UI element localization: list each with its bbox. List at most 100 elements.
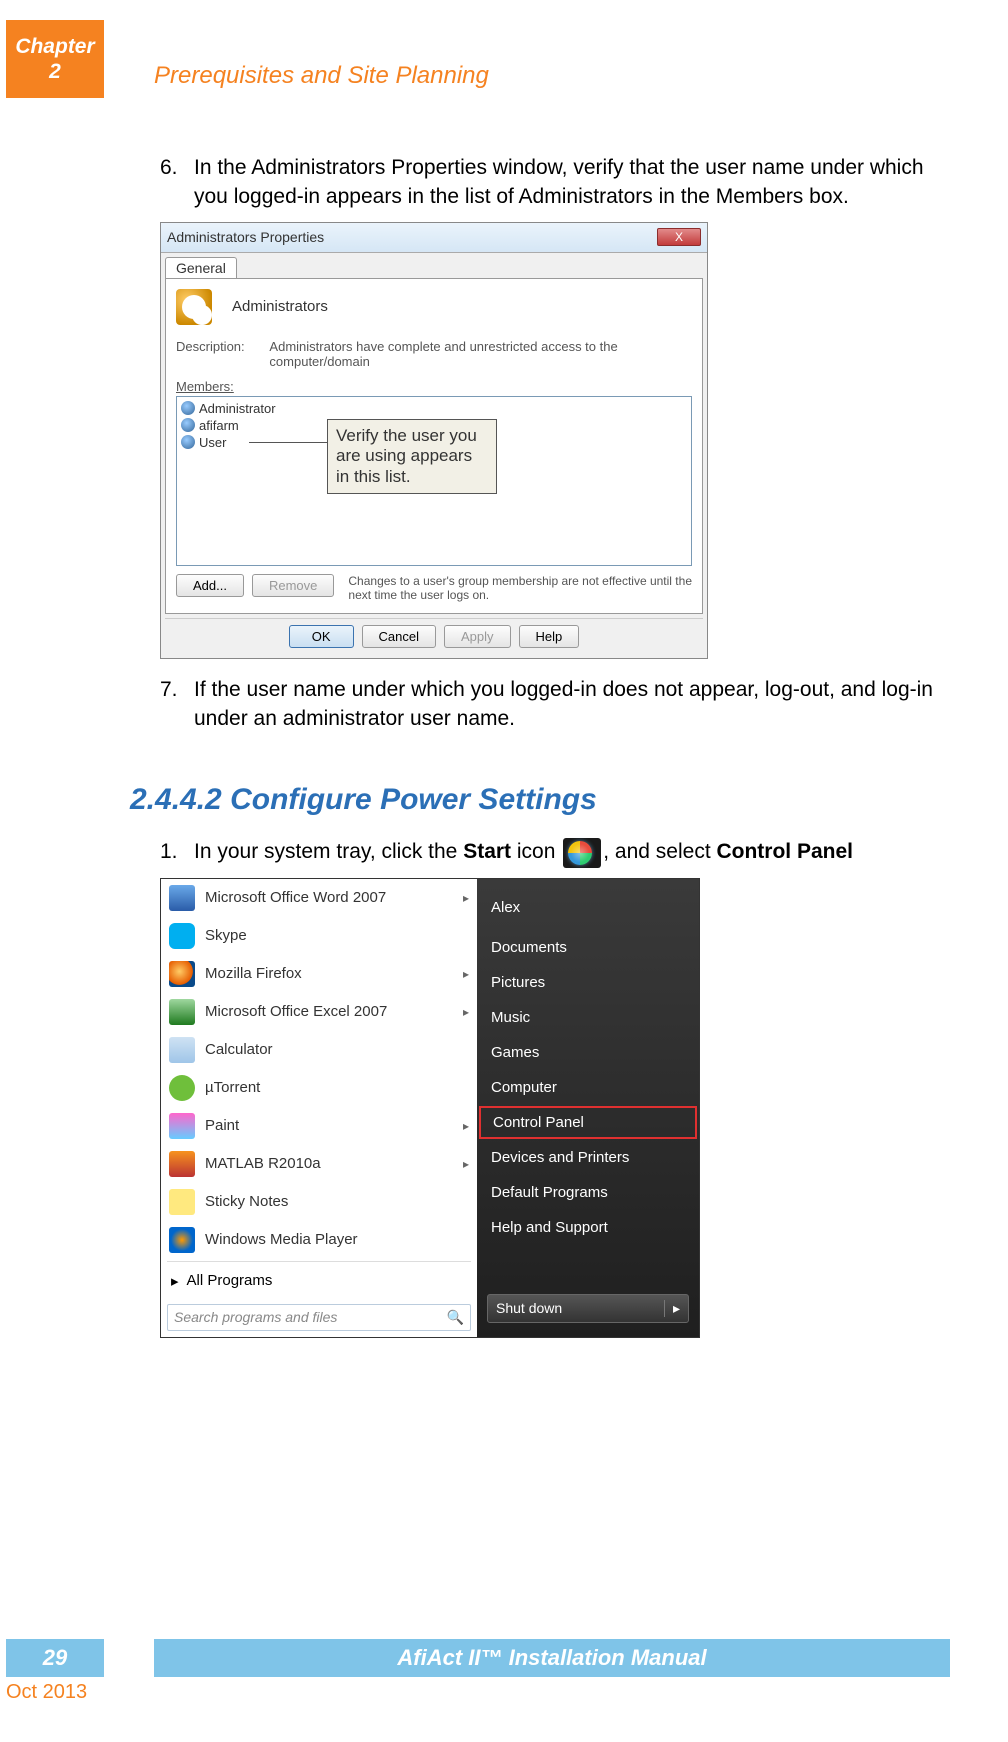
help-button[interactable]: Help xyxy=(519,625,580,648)
tab-general[interactable]: General xyxy=(165,257,237,278)
chevron-right-icon: ▸ xyxy=(463,1157,469,1171)
description-text: Administrators have complete and unrestr… xyxy=(269,339,692,369)
start-menu-item[interactable]: Skype xyxy=(161,917,477,955)
chevron-right-icon: ▸ xyxy=(463,967,469,981)
start-menu-item[interactable]: Calculator xyxy=(161,1031,477,1069)
dialog-footer: OK Cancel Apply Help xyxy=(165,618,703,654)
ok-button[interactable]: OK xyxy=(289,625,354,648)
start-menu-right-item[interactable]: Games xyxy=(477,1035,699,1070)
chapter-label: Chapter xyxy=(6,34,104,59)
apply-button[interactable]: Apply xyxy=(444,625,511,648)
section-heading: 2.4.4.2 Configure Power Settings xyxy=(130,783,948,817)
search-input[interactable]: Search programs and files 🔍 xyxy=(167,1304,471,1331)
app-icon xyxy=(169,1227,195,1253)
start-menu-right-item[interactable]: Documents xyxy=(477,930,699,965)
page-header: Chapter 2 Prerequisites and Site Plannin… xyxy=(0,20,1008,98)
start-menu-item[interactable]: Paint ▸ xyxy=(161,1107,477,1145)
app-icon xyxy=(169,1189,195,1215)
chevron-right-icon: ▸ xyxy=(463,891,469,905)
start-menu-item[interactable]: Microsoft Office Excel 2007▸ xyxy=(161,993,477,1031)
search-placeholder: Search programs and files xyxy=(174,1309,337,1325)
page-number: 29 xyxy=(6,1639,104,1677)
start-menu-right-item[interactable]: Pictures xyxy=(477,965,699,1000)
start-menu-item[interactable]: Windows Media Player xyxy=(161,1221,477,1259)
step-text: If the user name under which you logged-… xyxy=(194,675,948,734)
group-row: Administrators xyxy=(176,289,692,325)
step-text: In your system tray, click the Start ico… xyxy=(194,837,948,867)
start-menu-right-item[interactable]: Computer xyxy=(477,1070,699,1105)
cancel-button[interactable]: Cancel xyxy=(362,625,436,648)
user-icon xyxy=(181,435,195,449)
section-title: Prerequisites and Site Planning xyxy=(154,62,489,90)
step-text: In the Administrators Properties window,… xyxy=(194,153,948,212)
start-menu-item[interactable]: Sticky Notes xyxy=(161,1183,477,1221)
step-number: 1. xyxy=(160,837,194,867)
window-title: Administrators Properties xyxy=(167,229,324,245)
callout-annotation: Verify the user you are using appears in… xyxy=(327,419,497,494)
membership-hint: Changes to a user's group membership are… xyxy=(348,574,692,603)
start-menu-item-label: MATLAB R2010a xyxy=(205,1155,321,1172)
start-menu-right-item[interactable]: Help and Support xyxy=(477,1210,699,1245)
footer-bar: 29 AfiAct II™ Installation Manual xyxy=(6,1639,950,1677)
description-label: Description: xyxy=(176,339,269,369)
separator xyxy=(167,1261,471,1262)
footer-date: Oct 2013 xyxy=(6,1681,1008,1704)
start-menu-item-label: µTorrent xyxy=(205,1079,260,1096)
user-icon xyxy=(181,418,195,432)
members-label: Members: xyxy=(176,379,692,394)
user-icon xyxy=(181,401,195,415)
description-row: Description: Administrators have complet… xyxy=(176,339,692,369)
close-button[interactable]: X xyxy=(657,228,701,246)
start-menu-item-label: Mozilla Firefox xyxy=(205,965,302,982)
start-menu-right-item[interactable]: Default Programs xyxy=(477,1175,699,1210)
chapter-number: 2 xyxy=(6,59,104,84)
add-button[interactable]: Add... xyxy=(176,574,244,597)
start-menu-right-item[interactable]: Alex xyxy=(477,885,699,930)
footer-title: AfiAct II™ Installation Manual xyxy=(154,1639,950,1677)
step-1: 1. In your system tray, click the Start … xyxy=(160,837,948,867)
member-button-row: Add... Remove Changes to a user's group … xyxy=(176,574,692,603)
member-item[interactable]: Administrator xyxy=(181,401,687,416)
start-menu-item-label: Windows Media Player xyxy=(205,1231,358,1248)
start-menu-item-label: Paint xyxy=(205,1117,239,1134)
start-menu-item[interactable]: Microsoft Office Word 2007 ▸ xyxy=(161,879,477,917)
page-content: 6. In the Administrators Properties wind… xyxy=(130,153,948,1338)
group-icon xyxy=(176,289,212,325)
remove-button[interactable]: Remove xyxy=(252,574,334,597)
page-footer: 29 AfiAct II™ Installation Manual Oct 20… xyxy=(0,1639,1008,1704)
start-menu-right-item[interactable]: Music xyxy=(477,1000,699,1035)
app-icon xyxy=(169,1037,195,1063)
app-icon xyxy=(169,999,195,1025)
members-listbox[interactable]: Administrator afifarm User Verify the us… xyxy=(176,396,692,566)
app-icon xyxy=(169,923,195,949)
start-menu-item[interactable]: MATLAB R2010a ▸ xyxy=(161,1145,477,1183)
app-icon xyxy=(169,961,195,987)
app-icon xyxy=(169,885,195,911)
chapter-tab: Chapter 2 xyxy=(6,20,104,98)
start-menu-item-label: Skype xyxy=(205,927,247,944)
control-panel-item[interactable]: Control Panel xyxy=(479,1106,697,1139)
tab-bar: General xyxy=(161,253,707,278)
start-menu-left: Microsoft Office Word 2007 ▸ Skype Mozilla … xyxy=(161,879,477,1337)
start-icon xyxy=(563,838,601,868)
chevron-right-icon: ▸ xyxy=(463,1119,469,1133)
start-menu-item[interactable]: Mozilla Firefox ▸ xyxy=(161,955,477,993)
window-body: Administrators Description: Administrato… xyxy=(165,278,703,614)
chevron-right-icon: ▸ xyxy=(171,1272,179,1290)
admin-properties-window: Administrators Properties X General Admi… xyxy=(160,222,708,659)
step-number: 6. xyxy=(160,153,194,212)
search-icon: 🔍 xyxy=(447,1309,464,1326)
start-menu-item-label: Microsoft Office Word 2007 xyxy=(205,889,386,906)
all-programs[interactable]: ▸ All Programs xyxy=(161,1264,477,1298)
start-menu-item[interactable]: µTorrent xyxy=(161,1069,477,1107)
window-titlebar: Administrators Properties X xyxy=(161,223,707,253)
start-menu-right-item[interactable]: Devices and Printers xyxy=(477,1140,699,1175)
step-number: 7. xyxy=(160,675,194,734)
app-icon xyxy=(169,1075,195,1101)
step-6: 6. In the Administrators Properties wind… xyxy=(160,153,948,212)
start-menu-item-label: Calculator xyxy=(205,1041,273,1058)
shutdown-button[interactable]: Shut down ▸ xyxy=(487,1294,689,1323)
app-icon xyxy=(169,1151,195,1177)
chevron-right-icon: ▸ xyxy=(664,1300,680,1317)
step-7: 7. If the user name under which you logg… xyxy=(160,675,948,734)
